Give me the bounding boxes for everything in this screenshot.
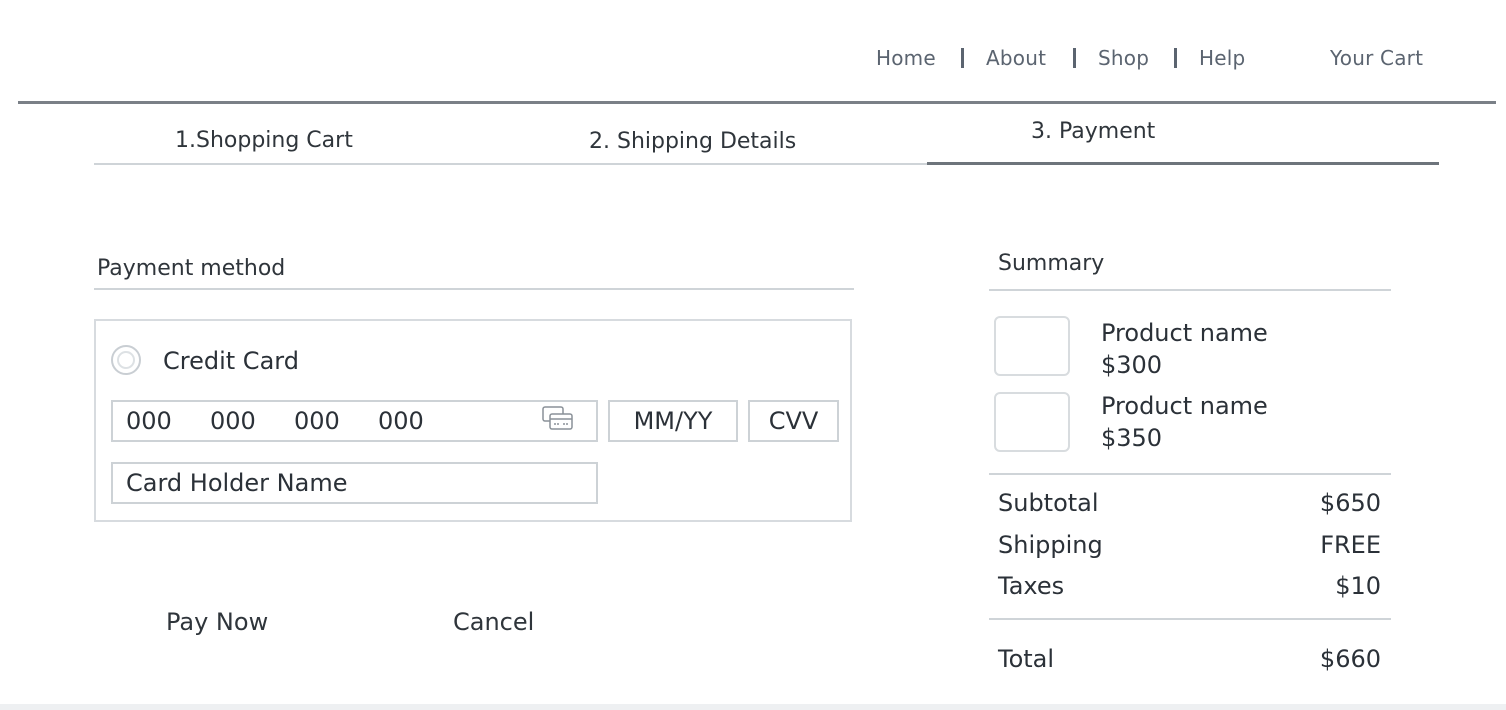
shipping-label: Shipping <box>998 531 1103 559</box>
steps-divider <box>94 163 927 165</box>
product-thumbnail <box>994 392 1070 452</box>
items-divider <box>989 473 1391 475</box>
summary-title: Summary <box>998 251 1105 276</box>
taxes-value: $10 <box>1335 572 1381 600</box>
cvv-placeholder: CVV <box>768 407 819 435</box>
nav-shop-link[interactable]: Shop <box>1098 46 1149 70</box>
total-label: Total <box>998 645 1055 673</box>
step-shopping-cart[interactable]: 1.Shopping Cart <box>175 128 353 153</box>
expiry-placeholder: MM/YY <box>633 407 713 435</box>
active-step-indicator <box>927 162 1439 165</box>
card-number-group: 000 <box>294 407 340 435</box>
shipping-value: FREE <box>1320 531 1381 559</box>
taxes-label: Taxes <box>998 572 1065 600</box>
product-price: $300 <box>1101 351 1163 379</box>
nav-separator <box>1174 48 1177 68</box>
nav-separator <box>1073 48 1076 68</box>
cvv-input[interactable]: CVV <box>748 400 839 442</box>
credit-card-icon <box>542 406 573 430</box>
summary-divider <box>989 289 1391 291</box>
total-value: $660 <box>1319 645 1381 673</box>
nav-about-link[interactable]: About <box>986 46 1046 70</box>
card-number-group: 000 <box>378 407 424 435</box>
credit-card-radio[interactable] <box>111 345 141 375</box>
product-name: Product name <box>1101 392 1268 420</box>
card-number-input[interactable]: 000 000 000 000 <box>111 400 598 442</box>
payment-method-title: Payment method <box>97 256 286 281</box>
subtotal-label: Subtotal <box>998 489 1099 517</box>
credit-card-label: Credit Card <box>163 347 299 375</box>
payment-method-divider <box>94 288 854 290</box>
card-holder-placeholder: Card Holder Name <box>126 469 348 497</box>
product-name: Product name <box>1101 319 1268 347</box>
cancel-button[interactable]: Cancel <box>453 608 534 636</box>
card-holder-name-input[interactable]: Card Holder Name <box>111 462 598 504</box>
bottom-band <box>0 704 1506 710</box>
product-price: $350 <box>1101 424 1163 452</box>
nav-home-link[interactable]: Home <box>876 46 936 70</box>
card-number-group: 000 <box>210 407 256 435</box>
step-payment[interactable]: 3. Payment <box>1031 119 1155 144</box>
your-cart-link[interactable]: Your Cart <box>1330 46 1423 70</box>
nav-help-link[interactable]: Help <box>1199 46 1245 70</box>
expiry-input[interactable]: MM/YY <box>608 400 738 442</box>
step-shipping-details[interactable]: 2. Shipping Details <box>589 129 796 154</box>
nav-separator <box>961 48 964 68</box>
product-thumbnail <box>994 316 1070 376</box>
subtotal-value: $650 <box>1319 489 1381 517</box>
header-divider <box>18 101 1496 104</box>
totals-divider <box>989 618 1391 620</box>
card-number-group: 000 <box>126 407 172 435</box>
pay-now-button[interactable]: Pay Now <box>166 608 268 636</box>
